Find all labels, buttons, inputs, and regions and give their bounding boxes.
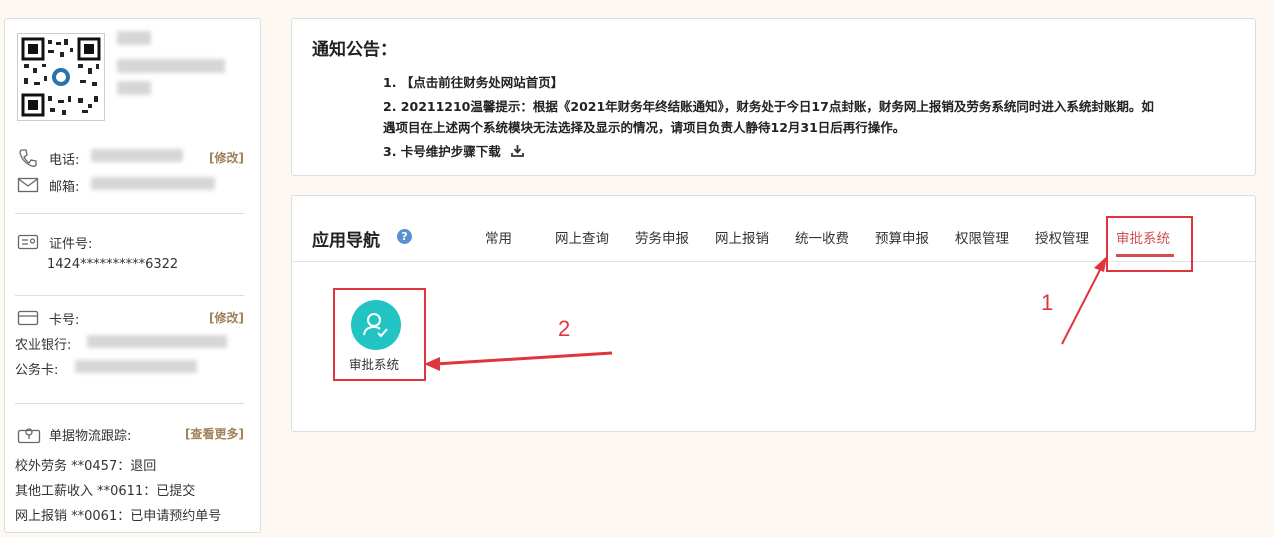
annotation-arrows: [424, 256, 1107, 371]
